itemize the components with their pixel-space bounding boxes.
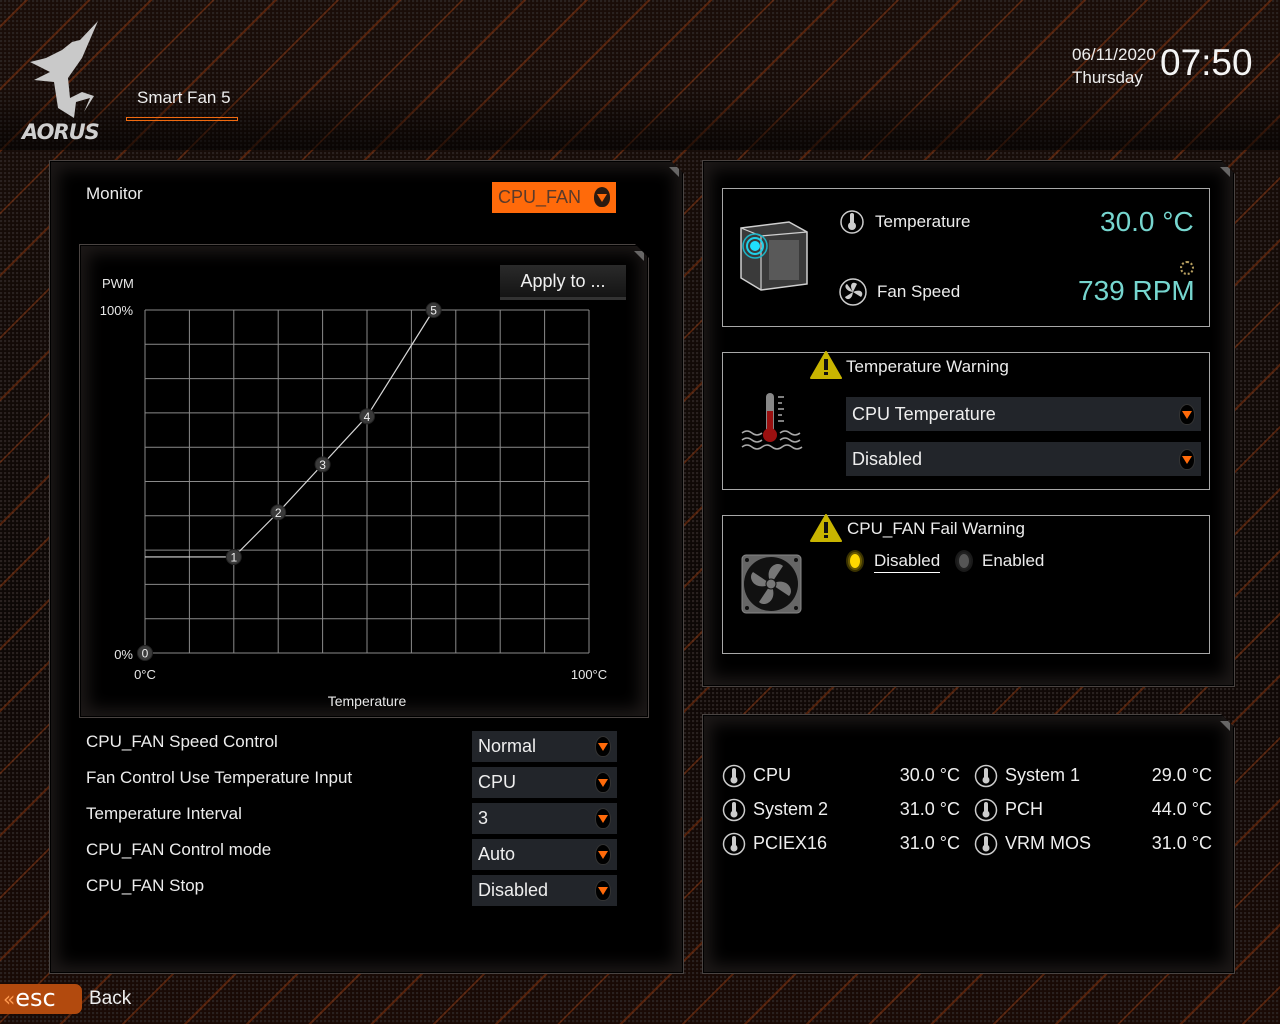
setting-dropdown[interactable]: Auto — [472, 839, 617, 870]
y-axis-label: PWM — [102, 276, 134, 291]
fan-fail-enabled-radio[interactable] — [957, 552, 971, 570]
curve-point-label: 4 — [364, 410, 371, 424]
esc-label: esc — [15, 984, 56, 1012]
pc-case-icon — [740, 221, 808, 291]
fan-fail-disabled-radio[interactable] — [848, 552, 862, 570]
setting-value: 3 — [478, 808, 489, 828]
curve-point-label: 1 — [230, 550, 237, 564]
temperature-warning-threshold-dropdown[interactable]: Disabled — [846, 442, 1201, 476]
date-text: 06/11/2020 — [1072, 45, 1156, 64]
sensor-name: PCIEX16 — [753, 833, 828, 853]
weekday-text: Thursday — [1072, 68, 1143, 87]
temperature-warning-source-dropdown[interactable]: CPU Temperature — [846, 397, 1201, 431]
fan-speed-value: 739 RPM — [1078, 275, 1195, 306]
monitor-label: Monitor — [86, 184, 143, 203]
dropdown-arrow-icon — [594, 187, 610, 207]
curve-point-label: 0 — [142, 647, 149, 661]
thermometer-icon — [974, 832, 998, 856]
aorus-brand-text: AORUS — [22, 120, 100, 144]
sensor-value: 30.0 °C — [899, 765, 960, 785]
active-tab-indicator — [126, 117, 238, 121]
back-button[interactable]: Back — [89, 988, 131, 1010]
curve-point-3[interactable]: 3 — [314, 456, 331, 473]
dropdown-arrow-icon — [1179, 449, 1195, 470]
double-chevron-left-icon: « — [3, 987, 16, 1011]
fan-speed-label: Fan Speed — [877, 282, 961, 301]
sensor-name: System 1 — [1005, 765, 1081, 785]
setting-label: CPU_FAN Control mode — [86, 840, 272, 859]
dropdown-arrow-icon — [1179, 404, 1195, 425]
x-tick-min: 0°C — [134, 667, 156, 682]
curve-point-label: 3 — [319, 458, 326, 472]
thermometer-icon — [974, 798, 998, 822]
dropdown-arrow-icon — [595, 880, 611, 901]
setting-dropdown[interactable]: Disabled — [472, 875, 617, 906]
thermometer-icon — [840, 210, 864, 234]
curve-segment — [366, 309, 435, 417]
sensor-value: 31.0 °C — [1151, 833, 1212, 853]
curve-segment — [277, 463, 324, 513]
fan-icon — [839, 278, 867, 306]
sensor-name: PCH — [1005, 799, 1044, 819]
setting-value: Normal — [478, 736, 537, 756]
setting-label: Fan Control Use Temperature Input — [86, 768, 353, 787]
dropdown-arrow-icon — [595, 844, 611, 865]
curve-point-1[interactable]: 1 — [225, 548, 242, 565]
curve-point-5[interactable]: 5 — [425, 302, 442, 318]
fan-fail-disabled-label[interactable]: Disabled — [874, 551, 941, 573]
y-tick-max: 100% — [100, 303, 134, 318]
y-tick-min: 0% — [114, 647, 133, 662]
setting-label: CPU_FAN Speed Control — [86, 732, 278, 751]
curve-point-label: 2 — [275, 506, 282, 520]
thermometer-heat-icon — [741, 393, 803, 450]
x-axis-label: Temperature — [328, 693, 407, 709]
dropdown-arrow-icon — [595, 736, 611, 757]
thermometer-icon — [722, 798, 746, 822]
thermometer-icon — [974, 764, 998, 788]
thermometer-icon — [722, 832, 746, 856]
x-tick-max: 100°C — [571, 667, 607, 682]
setting-value: CPU — [478, 772, 517, 792]
sensor-name: VRM MOS — [1005, 833, 1092, 853]
fan-fail-enabled-label[interactable]: Enabled — [982, 551, 1044, 571]
temperature-warning-threshold-value: Disabled — [852, 449, 923, 469]
thermometer-icon — [722, 764, 746, 788]
curve-segment — [322, 415, 368, 465]
temperature-value: 30.0 °C — [1100, 206, 1194, 237]
sensor-value: 44.0 °C — [1151, 799, 1212, 819]
esc-button[interactable]: «esc — [0, 984, 82, 1014]
sensor-name: System 2 — [753, 799, 829, 819]
setting-dropdown[interactable]: Normal — [472, 731, 617, 762]
monitor-fan-select[interactable]: CPU_FAN — [492, 182, 616, 213]
sensor-value: 31.0 °C — [899, 799, 960, 819]
fan-curve-chart[interactable]: PWM Temperature 100% 0% 0°C 100°C 0 1 2 3 4 5 — [79, 244, 649, 718]
setting-label: Temperature Interval — [86, 804, 242, 823]
dropdown-arrow-icon — [595, 808, 611, 829]
fan-fail-warning-title: CPU_FAN Fail Warning — [847, 519, 1025, 538]
temperature-warning-source-value: CPU Temperature — [852, 404, 996, 424]
warning-icon — [810, 514, 842, 542]
case-fan-icon — [741, 554, 802, 614]
temperature-label: Temperature — [875, 212, 971, 231]
monitor-fan-select-value: CPU_FAN — [498, 187, 582, 207]
page-title[interactable]: Smart Fan 5 — [137, 88, 231, 108]
sensor-value: 29.0 °C — [1151, 765, 1212, 785]
fan-settings-gear-icon[interactable] — [1180, 261, 1194, 275]
curve-point-0[interactable]: 0 — [137, 645, 153, 661]
setting-dropdown[interactable]: CPU — [472, 767, 617, 798]
setting-dropdown[interactable]: 3 — [472, 803, 617, 834]
curve-point-2[interactable]: 2 — [270, 504, 287, 521]
setting-value: Disabled — [478, 880, 549, 900]
clock-time: 07:50 — [1160, 42, 1253, 83]
setting-label: CPU_FAN Stop — [86, 876, 205, 895]
setting-value: Auto — [478, 844, 516, 864]
curve-point-4[interactable]: 4 — [359, 408, 375, 425]
curve-point-label: 5 — [430, 304, 437, 318]
dropdown-arrow-icon — [595, 772, 611, 793]
sensor-name: CPU — [753, 765, 792, 785]
temperature-warning-title: Temperature Warning — [846, 357, 1009, 376]
date-display: 06/11/2020 Thursday — [1072, 43, 1156, 89]
warning-icon — [810, 351, 842, 379]
sensor-value: 31.0 °C — [899, 833, 960, 853]
